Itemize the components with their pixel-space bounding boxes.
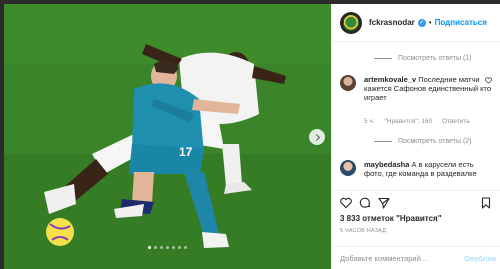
reply-button[interactable]: Ответить	[442, 118, 470, 125]
carousel-dot	[154, 246, 157, 249]
post-side-panel: fckrasnodar ✓ • Подписаться Посмотреть о…	[331, 4, 500, 269]
view-replies-button[interactable]: Посмотреть ответы (1)	[374, 55, 472, 62]
bookmark-icon[interactable]	[480, 197, 492, 209]
comment-time: 5 ч.	[364, 118, 375, 125]
carousel-dots	[4, 246, 331, 249]
post-timestamp[interactable]: 5 ЧАСОВ НАЗАД	[340, 228, 386, 234]
svg-text:17: 17	[179, 145, 193, 159]
add-comment-bar: Опублик	[332, 246, 500, 269]
carousel-dot	[178, 246, 181, 249]
comment-input[interactable]	[340, 253, 464, 263]
comment-body: artemkovale_v Последние матчи кажется Са…	[364, 75, 494, 102]
separator-dot: •	[428, 18, 432, 27]
divider-line	[374, 58, 392, 59]
post-modal: 17 fckrasnodar ✓ • Подписаться Посмотрет…	[4, 4, 500, 269]
comment-username[interactable]: maybedasha	[364, 160, 409, 169]
comment-item: maybedasha А в карусели есть фото, где к…	[340, 160, 494, 178]
comment-username[interactable]: artemkovale_v	[364, 75, 416, 84]
comment-meta: 5 ч. "Нравится": 160 Ответить	[364, 118, 478, 125]
carousel-dot	[160, 246, 163, 249]
comments-list[interactable]: Посмотреть ответы (1) artemkovale_v Посл…	[332, 42, 500, 190]
verified-badge-icon: ✓	[417, 18, 426, 27]
avatar[interactable]	[340, 11, 362, 34]
carousel-dot	[184, 246, 187, 249]
commenter-avatar[interactable]	[340, 160, 356, 176]
comment-icon[interactable]	[359, 197, 371, 209]
view-replies-label: Посмотреть ответы (2)	[398, 138, 472, 145]
comment-body: maybedasha А в карусели есть фото, где к…	[364, 160, 494, 178]
football-players-image: 17	[4, 4, 331, 269]
likes-count[interactable]: 3 833 отметок "Нравится"	[340, 214, 442, 223]
post-comment-button[interactable]: Опублик	[464, 254, 496, 263]
view-replies-label: Посмотреть ответы (1)	[398, 55, 472, 62]
share-icon[interactable]	[378, 197, 390, 209]
heart-icon[interactable]	[340, 197, 352, 209]
post-header: fckrasnodar ✓ • Подписаться	[332, 4, 500, 42]
post-actions	[332, 190, 500, 214]
carousel-dot	[166, 246, 169, 249]
comment-like-icon[interactable]	[485, 77, 492, 84]
club-logo-icon	[343, 14, 359, 31]
divider-line	[374, 141, 392, 142]
follow-button[interactable]: Подписаться	[435, 18, 487, 27]
carousel-dot	[148, 246, 151, 249]
comment-likes[interactable]: "Нравится": 160	[384, 118, 432, 125]
carousel-next-button[interactable]	[309, 129, 325, 145]
post-photo[interactable]: 17	[4, 4, 331, 269]
commenter-avatar[interactable]	[340, 75, 356, 91]
chevron-right-icon	[312, 133, 320, 141]
post-username[interactable]: fckrasnodar	[369, 18, 415, 27]
carousel-dot	[172, 246, 175, 249]
comment-item: artemkovale_v Последние матчи кажется Са…	[340, 75, 494, 102]
view-replies-button[interactable]: Посмотреть ответы (2)	[374, 138, 472, 145]
